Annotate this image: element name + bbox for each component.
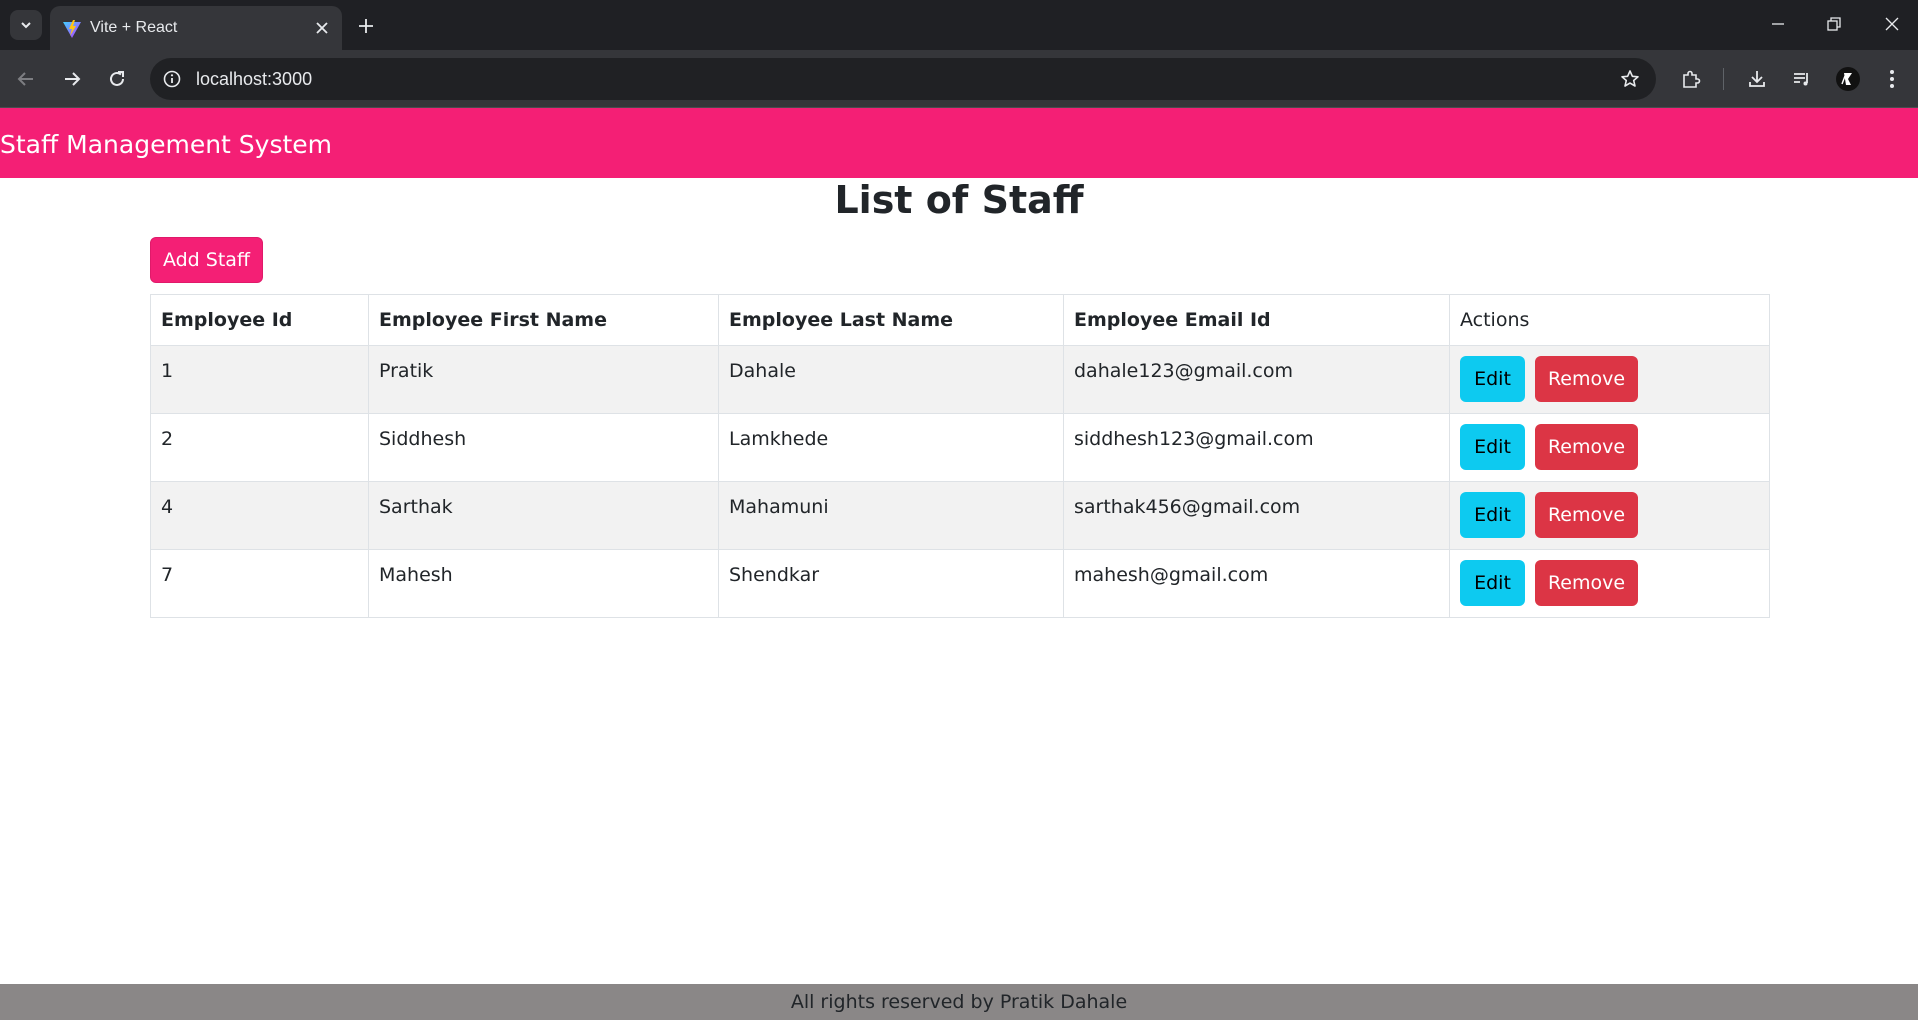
puzzle-icon (1683, 70, 1701, 88)
actions-cell: Edit Remove (1449, 481, 1770, 550)
employee-id-cell: 7 (150, 549, 369, 618)
table-row: 2 Siddhesh Lamkhede siddhesh123@gmail.co… (150, 413, 1770, 482)
toolbar-separator (1723, 68, 1724, 90)
star-icon (1621, 70, 1639, 87)
address-bar[interactable]: localhost:3000 (150, 58, 1656, 100)
page-title: List of Staff (834, 178, 1084, 222)
staff-table: Employee Id Employee First Name Employee… (150, 294, 1770, 618)
app-header: Staff Management System (0, 108, 1918, 178)
email-cell: mahesh@gmail.com (1063, 549, 1450, 618)
add-staff-button[interactable]: Add Staff (150, 237, 263, 283)
footer-text: All rights reserved by Pratik Dahale (790, 991, 1128, 1013)
last-name-cell: Shendkar (718, 549, 1064, 618)
chevron-down-icon (21, 22, 31, 29)
arrow-right-icon (65, 72, 81, 86)
remove-button[interactable]: Remove (1535, 560, 1638, 606)
actions-cell: Edit Remove (1449, 413, 1770, 482)
address-url[interactable]: localhost:3000 (196, 69, 312, 90)
column-header-email: Employee Email Id (1063, 294, 1450, 346)
close-icon (316, 22, 328, 34)
email-cell: siddhesh123@gmail.com (1063, 413, 1450, 482)
table-row: 7 Mahesh Shendkar mahesh@gmail.com Edit R… (150, 549, 1770, 618)
restore-button[interactable] (1814, 8, 1854, 40)
browser-tab-strip: Vite + React (0, 0, 1918, 50)
remove-button[interactable]: Remove (1535, 492, 1638, 538)
actions-cell: Edit Remove (1449, 549, 1770, 618)
browser-tab[interactable]: Vite + React (50, 6, 342, 50)
edit-button[interactable]: Edit (1460, 560, 1525, 606)
first-name-cell: Pratik (368, 345, 719, 414)
arrow-left-icon (17, 72, 33, 86)
first-name-cell: Siddhesh (368, 413, 719, 482)
table-row: 4 Sarthak Mahamuni sarthak456@gmail.com … (150, 481, 1770, 550)
page-footer: All rights reserved by Pratik Dahale (0, 984, 1918, 1020)
bookmark-button[interactable] (1618, 67, 1642, 91)
last-name-cell: Dahale (718, 345, 1064, 414)
browser-toolbar: localhost:3000 (0, 50, 1918, 108)
new-tab-button[interactable] (352, 12, 380, 40)
email-cell: dahale123@gmail.com (1063, 345, 1450, 414)
media-control-button[interactable] (1786, 63, 1818, 95)
playlist-icon (1794, 73, 1808, 86)
restore-icon (1827, 17, 1841, 31)
employee-id-cell: 2 (150, 413, 369, 482)
close-icon (1885, 17, 1899, 31)
plus-icon (359, 19, 373, 33)
first-name-cell: Mahesh (368, 549, 719, 618)
email-cell: sarthak456@gmail.com (1063, 481, 1450, 550)
more-vert-icon (1890, 70, 1894, 88)
app-brand[interactable]: Staff Management System (0, 130, 332, 159)
table-header-row: Employee Id Employee First Name Employee… (150, 294, 1770, 346)
employee-id-cell: 1 (150, 345, 369, 414)
column-header-first-name: Employee First Name (368, 294, 719, 346)
column-header-actions: Actions (1449, 294, 1770, 346)
reload-button[interactable] (101, 63, 133, 95)
profile-avatar-icon (1836, 67, 1860, 91)
extensions-button[interactable] (1675, 63, 1707, 95)
column-header-last-name: Employee Last Name (718, 294, 1064, 346)
profile-button[interactable] (1832, 63, 1864, 95)
edit-button[interactable]: Edit (1460, 424, 1525, 470)
minimize-button[interactable] (1758, 8, 1798, 40)
table-row: 1 Pratik Dahale dahale123@gmail.com Edit… (150, 345, 1770, 414)
download-icon (1749, 71, 1765, 87)
minimize-icon (1772, 23, 1784, 25)
remove-button[interactable]: Remove (1535, 424, 1638, 470)
info-icon (163, 70, 181, 88)
last-name-cell: Mahamuni (718, 481, 1064, 550)
forward-button[interactable] (56, 63, 88, 95)
employee-id-cell: 4 (150, 481, 369, 550)
edit-button[interactable]: Edit (1460, 356, 1525, 402)
vite-logo-icon (63, 20, 81, 38)
edit-button[interactable]: Edit (1460, 492, 1525, 538)
first-name-cell: Sarthak (368, 481, 719, 550)
site-info-button[interactable] (160, 67, 184, 91)
downloads-button[interactable] (1741, 63, 1773, 95)
column-header-employee-id: Employee Id (150, 294, 369, 346)
tab-search-button[interactable] (10, 10, 42, 40)
actions-cell: Edit Remove (1449, 345, 1770, 414)
browser-menu-button[interactable] (1876, 63, 1908, 95)
last-name-cell: Lamkhede (718, 413, 1064, 482)
remove-button[interactable]: Remove (1535, 356, 1638, 402)
back-button[interactable] (10, 63, 42, 95)
tab-title: Vite + React (90, 19, 178, 36)
close-window-button[interactable] (1872, 8, 1912, 40)
reload-icon (110, 71, 124, 86)
close-tab-button[interactable] (312, 18, 332, 38)
